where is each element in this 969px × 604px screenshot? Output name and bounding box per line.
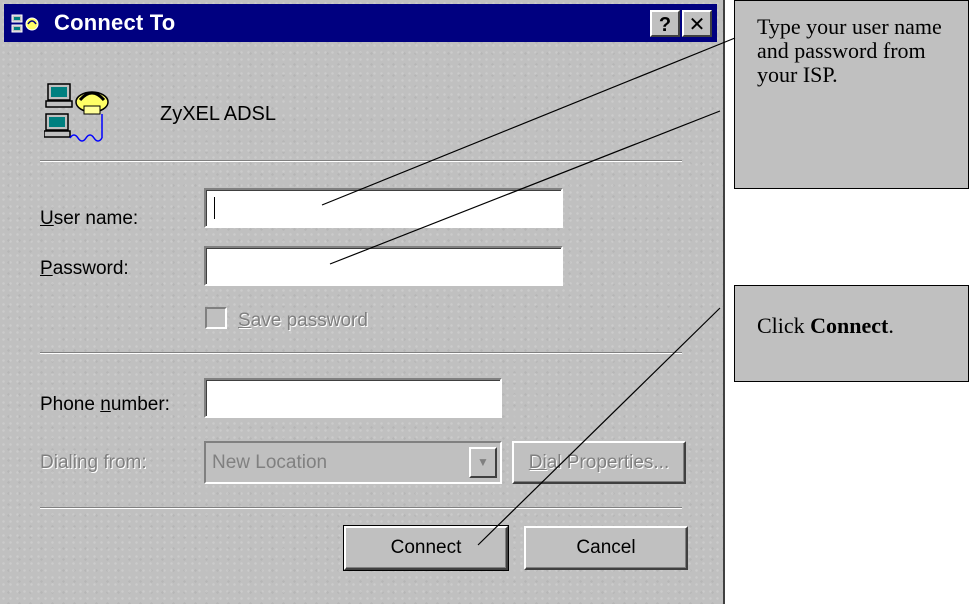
separator bbox=[40, 352, 682, 354]
dialing-from-label: Dialing from: bbox=[40, 452, 147, 473]
password-label: Password: bbox=[40, 258, 129, 279]
phone-number-label: Phone number: bbox=[40, 394, 170, 415]
password-input[interactable] bbox=[204, 246, 563, 286]
user-name-label: User name: bbox=[40, 208, 139, 229]
connect-button[interactable]: Connect bbox=[343, 525, 509, 571]
separator bbox=[40, 160, 682, 162]
dialog-title: Connect To bbox=[54, 10, 176, 35]
dialing-from-value: New Location bbox=[212, 452, 328, 473]
separator bbox=[40, 507, 682, 509]
connect-to-dialog: Connect To ? ✕ ZyXEL ADSL User name: Pas… bbox=[0, 0, 725, 604]
chevron-down-icon[interactable]: ▼ bbox=[469, 447, 497, 478]
phone-number-input[interactable] bbox=[204, 378, 502, 418]
title-bar[interactable]: Connect To ? ✕ bbox=[4, 4, 717, 42]
connection-name: ZyXEL ADSL bbox=[160, 103, 276, 125]
save-password-checkbox[interactable] bbox=[205, 307, 227, 329]
dialing-from-select[interactable]: New Location ▼ bbox=[204, 441, 502, 484]
text-caret bbox=[214, 197, 215, 219]
dialup-networking-icon bbox=[11, 14, 39, 33]
dial-properties-button[interactable]: Dial Properties... bbox=[512, 441, 686, 484]
help-button[interactable]: ? bbox=[650, 10, 680, 37]
user-name-input[interactable] bbox=[204, 188, 563, 228]
save-password-label: Save password bbox=[238, 310, 368, 331]
close-button[interactable]: ✕ bbox=[682, 10, 712, 37]
credentials-callout: Type your user name and password from yo… bbox=[734, 0, 969, 189]
cancel-button[interactable]: Cancel bbox=[524, 526, 688, 570]
computers-phone-icon bbox=[44, 83, 109, 142]
connect-callout: Click Connect. bbox=[734, 285, 969, 382]
